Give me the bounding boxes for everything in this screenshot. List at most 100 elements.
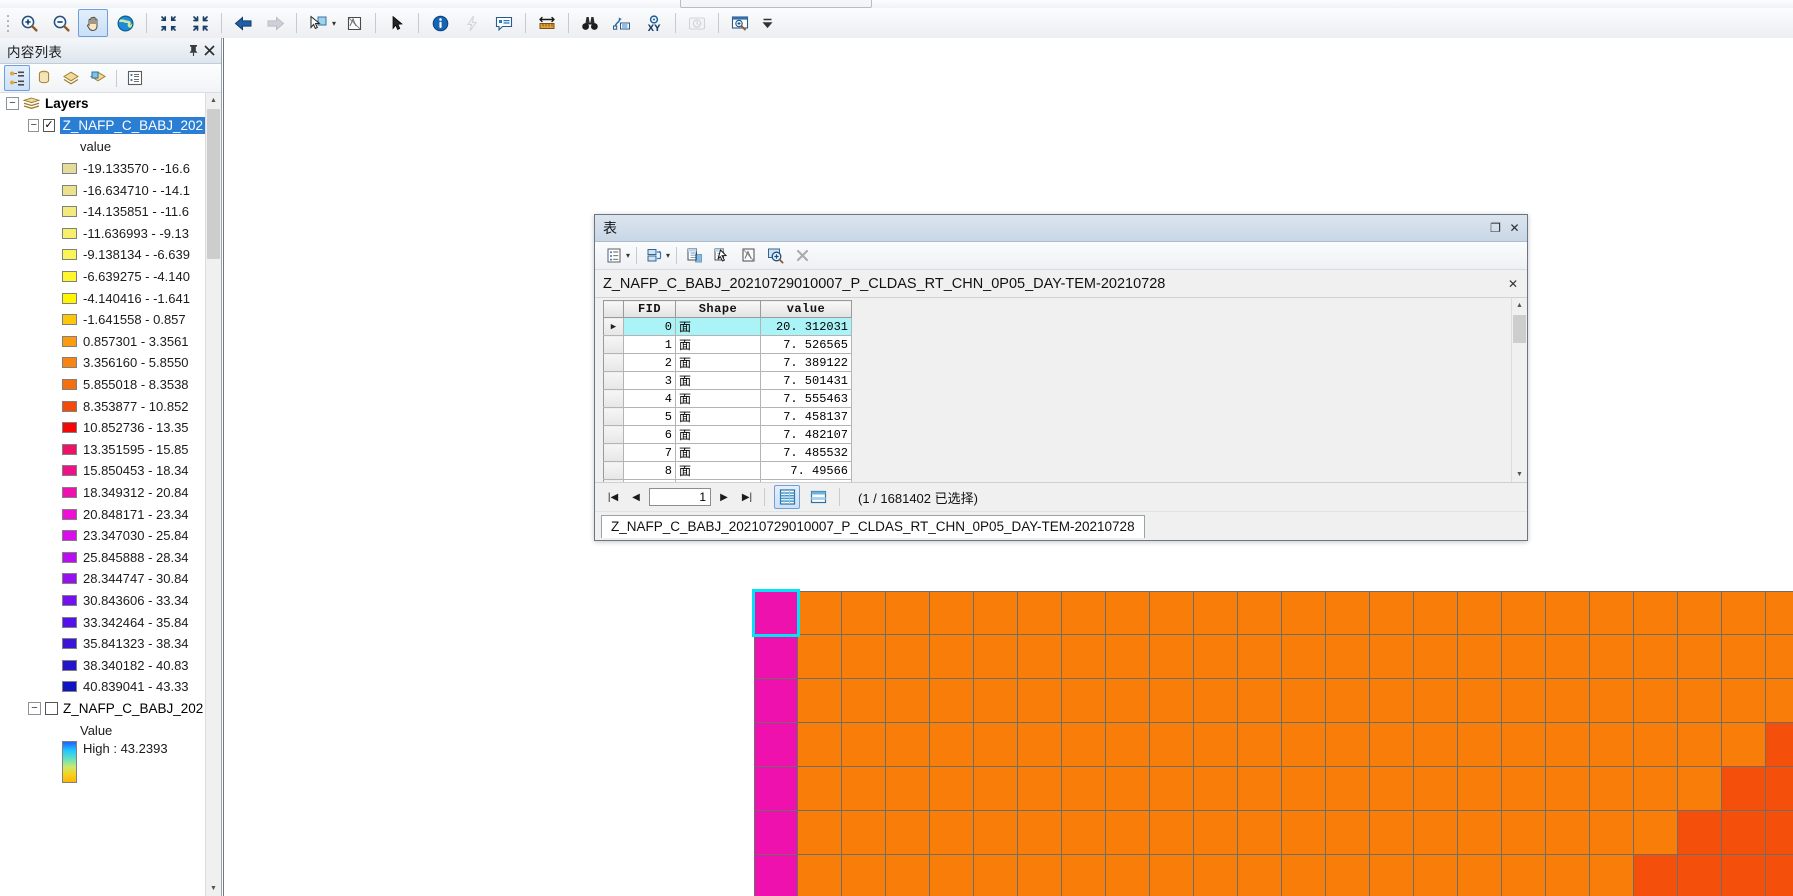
raster-grid-cell[interactable]	[974, 679, 1018, 723]
fixed-zoom-in-icon[interactable]	[153, 9, 183, 37]
go-to-xy-icon[interactable]: XY	[639, 9, 669, 37]
raster-grid-cell[interactable]	[1194, 811, 1238, 855]
raster-grid-cell[interactable]	[1018, 723, 1062, 767]
raster-grid-cell[interactable]	[1106, 679, 1150, 723]
toolbar-grip[interactable]	[3, 11, 13, 35]
table-tab-close-icon[interactable]: ✕	[1505, 276, 1521, 292]
row-selector-cell[interactable]	[603, 479, 624, 482]
table-grid-area[interactable]: FID Shape value ▶ 0 面 20. 312031 1 面 7. 526565…	[595, 298, 1527, 482]
raster-grid-cell[interactable]	[974, 723, 1018, 767]
raster-grid-cell[interactable]	[1326, 723, 1370, 767]
maximize-restore-icon[interactable]: ❐	[1487, 219, 1504, 237]
clear-selection-icon[interactable]	[735, 243, 761, 268]
raster-grid-cell[interactable]	[1018, 855, 1062, 896]
list-by-visibility-icon[interactable]	[58, 65, 84, 91]
select-elements-arrow-icon[interactable]	[382, 9, 412, 37]
raster-grid-cell[interactable]	[1502, 855, 1546, 896]
raster-grid-cell[interactable]	[1018, 767, 1062, 811]
raster-grid-cell[interactable]	[1722, 767, 1766, 811]
raster-grid-cell[interactable]	[1282, 679, 1326, 723]
raster-grid-cell[interactable]	[1634, 635, 1678, 679]
legend-class-item[interactable]: 40.839041 - 43.33	[0, 676, 206, 698]
html-popup-icon[interactable]	[489, 9, 519, 37]
cell-value[interactable]: 7. 458137	[760, 407, 852, 426]
legend-color-swatch[interactable]	[62, 422, 77, 434]
delete-selected-icon[interactable]	[789, 243, 815, 268]
raster-grid-cell[interactable]	[1678, 767, 1722, 811]
raster-grid-cell[interactable]	[1150, 767, 1194, 811]
raster-grid-cell[interactable]	[798, 723, 842, 767]
raster-grid-cell[interactable]	[1414, 591, 1458, 635]
cell-value[interactable]: 7. 485532	[760, 443, 852, 462]
list-by-drawing-order-icon[interactable]	[4, 65, 30, 91]
raster-grid-cell[interactable]	[1062, 811, 1106, 855]
cell-fid[interactable]: 9	[623, 479, 676, 482]
measure-icon[interactable]	[532, 9, 562, 37]
raster-grid-cell[interactable]	[842, 635, 886, 679]
back-extent-icon[interactable]	[228, 9, 258, 37]
raster-grid-cell[interactable]	[1546, 635, 1590, 679]
expand-collapse-icon[interactable]: −	[6, 97, 19, 111]
raster-grid-cell[interactable]	[1414, 811, 1458, 855]
scroll-up-icon[interactable]: ▲	[206, 93, 221, 108]
raster-grid-cell[interactable]	[1194, 635, 1238, 679]
legend-class-item[interactable]: 5.855018 - 8.3538	[0, 374, 206, 396]
raster-grid-cell[interactable]	[1194, 855, 1238, 896]
raster-grid-cell[interactable]	[930, 635, 974, 679]
toc-scrollbar-thumb[interactable]	[207, 109, 220, 259]
forward-extent-icon[interactable]	[260, 9, 290, 37]
raster-grid-cell[interactable]	[842, 679, 886, 723]
raster-grid-cell[interactable]	[1414, 723, 1458, 767]
raster-grid-cell[interactable]	[1766, 679, 1793, 723]
cell-shape[interactable]: 面	[675, 335, 761, 354]
table-row[interactable]: 9面7. 536027	[603, 479, 852, 482]
raster-grid-cell[interactable]	[1194, 723, 1238, 767]
legend-color-swatch[interactable]	[62, 681, 77, 693]
raster-grid-cell[interactable]	[1766, 591, 1793, 635]
raster-grid-cell[interactable]	[1282, 723, 1326, 767]
raster-grid-cell[interactable]	[798, 855, 842, 896]
select-by-attributes-icon[interactable]	[681, 243, 707, 268]
raster-grid-cell[interactable]	[842, 767, 886, 811]
raster-grid-cell[interactable]	[1546, 855, 1590, 896]
raster-grid-cell[interactable]	[754, 855, 798, 896]
legend-class-item[interactable]: -1.641558 - 0.857	[0, 309, 206, 331]
raster-grid-cell[interactable]	[798, 679, 842, 723]
cell-fid[interactable]: 4	[623, 389, 676, 408]
close-icon[interactable]: ✕	[1506, 219, 1523, 237]
raster-grid-cell[interactable]	[1722, 591, 1766, 635]
raster-grid-cell[interactable]	[1546, 723, 1590, 767]
raster-grid-cell[interactable]	[754, 811, 798, 855]
legend-color-swatch[interactable]	[62, 400, 77, 412]
row-selector-cell[interactable]	[603, 425, 624, 444]
clear-selection-icon[interactable]	[339, 9, 369, 37]
raster-grid-cell[interactable]	[886, 855, 930, 896]
raster-grid-cell[interactable]	[1590, 635, 1634, 679]
raster-grid-cell[interactable]	[1370, 635, 1414, 679]
switch-selection-icon[interactable]	[708, 243, 734, 268]
legend-color-swatch[interactable]	[62, 379, 77, 391]
raster-grid-cell[interactable]	[1502, 767, 1546, 811]
raster-grid-cell[interactable]	[1766, 855, 1793, 896]
cell-shape[interactable]: 面	[675, 317, 761, 336]
raster-grid-cell[interactable]	[842, 811, 886, 855]
raster-grid-cell[interactable]	[1238, 855, 1282, 896]
raster-grid-cell[interactable]	[1458, 767, 1502, 811]
last-record-button[interactable]: ▶|	[737, 487, 757, 507]
row-selector-cell[interactable]	[603, 461, 624, 480]
raster-grid-cell[interactable]	[974, 635, 1018, 679]
raster-grid-cell[interactable]	[1238, 767, 1282, 811]
raster-grid-cell[interactable]	[1106, 635, 1150, 679]
expand-collapse-icon[interactable]: −	[28, 118, 40, 132]
legend-class-item[interactable]: -6.639275 - -4.140	[0, 266, 206, 288]
zoom-out-icon[interactable]	[46, 9, 76, 37]
cell-shape[interactable]: 面	[675, 479, 761, 482]
raster-grid-cell[interactable]	[1722, 635, 1766, 679]
raster-grid-cell[interactable]	[1238, 679, 1282, 723]
fixed-zoom-out-icon[interactable]	[185, 9, 215, 37]
raster-grid-cell[interactable]	[754, 679, 798, 723]
column-header-value[interactable]: value	[760, 300, 852, 318]
raster-grid-cell[interactable]	[1546, 591, 1590, 635]
raster-grid-cell[interactable]	[1326, 591, 1370, 635]
column-header-fid[interactable]: FID	[623, 300, 676, 318]
